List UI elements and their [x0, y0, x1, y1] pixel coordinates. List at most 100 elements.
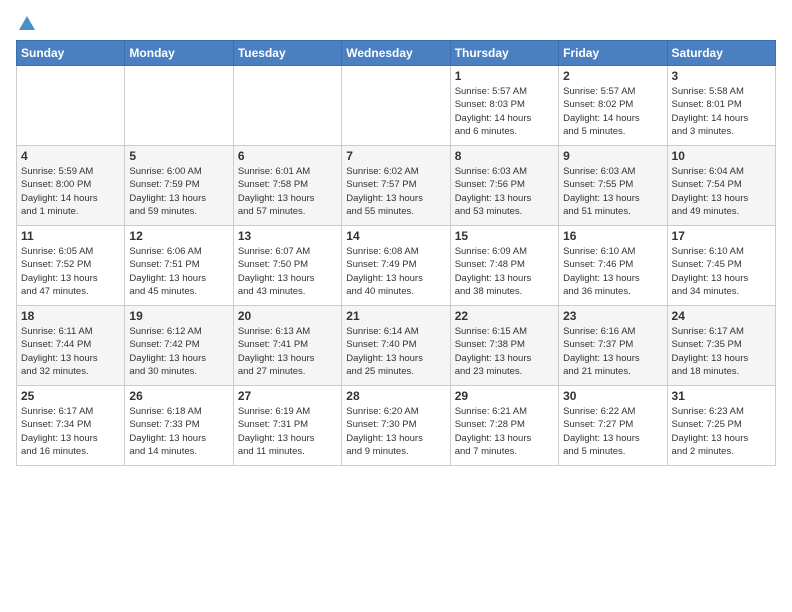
- day-number: 22: [455, 309, 554, 323]
- day-number: 24: [672, 309, 771, 323]
- day-number: 1: [455, 69, 554, 83]
- calendar-cell: 4 Sunrise: 5:59 AM Sunset: 8:00 PM Daylig…: [17, 146, 125, 226]
- day-info: Sunrise: 5:58 AM Sunset: 8:01 PM Dayligh…: [672, 85, 771, 138]
- day-number: 26: [129, 389, 228, 403]
- calendar-cell: 2 Sunrise: 5:57 AM Sunset: 8:02 PM Daylig…: [559, 66, 667, 146]
- day-info: Sunrise: 6:02 AM Sunset: 7:57 PM Dayligh…: [346, 165, 445, 218]
- weekday-header-thursday: Thursday: [450, 41, 558, 66]
- calendar-cell: 30 Sunrise: 6:22 AM Sunset: 7:27 PM Dayli…: [559, 386, 667, 466]
- calendar-cell: 11Sunrise: 6:05 AM Sunset: 7:52 PM Dayli…: [17, 226, 125, 306]
- calendar-cell: 12 Sunrise: 6:06 AM Sunset: 7:51 PM Dayli…: [125, 226, 233, 306]
- calendar-week-2: 4 Sunrise: 5:59 AM Sunset: 8:00 PM Daylig…: [17, 146, 776, 226]
- calendar-header-row: SundayMondayTuesdayWednesdayThursdayFrid…: [17, 41, 776, 66]
- day-number: 13: [238, 229, 337, 243]
- calendar-cell: [125, 66, 233, 146]
- calendar-cell: 26 Sunrise: 6:18 AM Sunset: 7:33 PM Dayli…: [125, 386, 233, 466]
- day-number: 3: [672, 69, 771, 83]
- calendar-week-4: 18 Sunrise: 6:11 AM Sunset: 7:44 PM Dayli…: [17, 306, 776, 386]
- calendar-cell: 27 Sunrise: 6:19 AM Sunset: 7:31 PM Dayli…: [233, 386, 341, 466]
- day-number: 8: [455, 149, 554, 163]
- day-info: Sunrise: 5:59 AM Sunset: 8:00 PM Dayligh…: [21, 165, 120, 218]
- calendar-cell: 22 Sunrise: 6:15 AM Sunset: 7:38 PM Dayli…: [450, 306, 558, 386]
- day-number: 19: [129, 309, 228, 323]
- day-info: Sunrise: 6:11 AM Sunset: 7:44 PM Dayligh…: [21, 325, 120, 378]
- day-info: Sunrise: 5:57 AM Sunset: 8:03 PM Dayligh…: [455, 85, 554, 138]
- day-number: 23: [563, 309, 662, 323]
- calendar-week-3: 11Sunrise: 6:05 AM Sunset: 7:52 PM Dayli…: [17, 226, 776, 306]
- calendar-cell: 20 Sunrise: 6:13 AM Sunset: 7:41 PM Dayli…: [233, 306, 341, 386]
- day-number: 27: [238, 389, 337, 403]
- calendar-cell: 5 Sunrise: 6:00 AM Sunset: 7:59 PM Daylig…: [125, 146, 233, 226]
- day-info: Sunrise: 6:17 AM Sunset: 7:34 PM Dayligh…: [21, 405, 120, 458]
- calendar-cell: 9 Sunrise: 6:03 AM Sunset: 7:55 PM Daylig…: [559, 146, 667, 226]
- day-number: 11: [21, 229, 120, 243]
- calendar-cell: 7Sunrise: 6:02 AM Sunset: 7:57 PM Daylig…: [342, 146, 450, 226]
- calendar-week-5: 25Sunrise: 6:17 AM Sunset: 7:34 PM Dayli…: [17, 386, 776, 466]
- day-info: Sunrise: 6:03 AM Sunset: 7:56 PM Dayligh…: [455, 165, 554, 218]
- day-info: Sunrise: 6:13 AM Sunset: 7:41 PM Dayligh…: [238, 325, 337, 378]
- day-number: 31: [672, 389, 771, 403]
- calendar-body: 1 Sunrise: 5:57 AM Sunset: 8:03 PM Daylig…: [17, 66, 776, 466]
- day-info: Sunrise: 6:20 AM Sunset: 7:30 PM Dayligh…: [346, 405, 445, 458]
- logo-triangle-icon: [18, 14, 36, 32]
- day-info: Sunrise: 6:17 AM Sunset: 7:35 PM Dayligh…: [672, 325, 771, 378]
- calendar-cell: 15Sunrise: 6:09 AM Sunset: 7:48 PM Dayli…: [450, 226, 558, 306]
- weekday-header-sunday: Sunday: [17, 41, 125, 66]
- day-number: 16: [563, 229, 662, 243]
- calendar-cell: 19 Sunrise: 6:12 AM Sunset: 7:42 PM Dayli…: [125, 306, 233, 386]
- day-number: 18: [21, 309, 120, 323]
- day-number: 28: [346, 389, 445, 403]
- weekday-header-monday: Monday: [125, 41, 233, 66]
- weekday-header-friday: Friday: [559, 41, 667, 66]
- day-number: 29: [455, 389, 554, 403]
- day-number: 4: [21, 149, 120, 163]
- day-number: 14: [346, 229, 445, 243]
- day-info: Sunrise: 6:10 AM Sunset: 7:45 PM Dayligh…: [672, 245, 771, 298]
- calendar-cell: 14 Sunrise: 6:08 AM Sunset: 7:49 PM Dayli…: [342, 226, 450, 306]
- day-info: Sunrise: 6:00 AM Sunset: 7:59 PM Dayligh…: [129, 165, 228, 218]
- day-info: Sunrise: 6:10 AM Sunset: 7:46 PM Dayligh…: [563, 245, 662, 298]
- day-info: Sunrise: 6:23 AM Sunset: 7:25 PM Dayligh…: [672, 405, 771, 458]
- calendar-cell: 18 Sunrise: 6:11 AM Sunset: 7:44 PM Dayli…: [17, 306, 125, 386]
- calendar-cell: 13 Sunrise: 6:07 AM Sunset: 7:50 PM Dayli…: [233, 226, 341, 306]
- day-info: Sunrise: 6:07 AM Sunset: 7:50 PM Dayligh…: [238, 245, 337, 298]
- day-number: 2: [563, 69, 662, 83]
- weekday-header-saturday: Saturday: [667, 41, 775, 66]
- day-info: Sunrise: 6:19 AM Sunset: 7:31 PM Dayligh…: [238, 405, 337, 458]
- day-info: Sunrise: 6:16 AM Sunset: 7:37 PM Dayligh…: [563, 325, 662, 378]
- day-number: 5: [129, 149, 228, 163]
- day-info: Sunrise: 6:18 AM Sunset: 7:33 PM Dayligh…: [129, 405, 228, 458]
- day-number: 30: [563, 389, 662, 403]
- day-info: Sunrise: 6:08 AM Sunset: 7:49 PM Dayligh…: [346, 245, 445, 298]
- calendar-cell: 16 Sunrise: 6:10 AM Sunset: 7:46 PM Dayli…: [559, 226, 667, 306]
- day-number: 10: [672, 149, 771, 163]
- weekday-header-tuesday: Tuesday: [233, 41, 341, 66]
- day-info: Sunrise: 6:03 AM Sunset: 7:55 PM Dayligh…: [563, 165, 662, 218]
- logo: [16, 16, 36, 28]
- calendar-table: SundayMondayTuesdayWednesdayThursdayFrid…: [16, 40, 776, 466]
- day-info: Sunrise: 6:22 AM Sunset: 7:27 PM Dayligh…: [563, 405, 662, 458]
- day-info: Sunrise: 6:14 AM Sunset: 7:40 PM Dayligh…: [346, 325, 445, 378]
- calendar-cell: 21 Sunrise: 6:14 AM Sunset: 7:40 PM Dayli…: [342, 306, 450, 386]
- day-number: 20: [238, 309, 337, 323]
- calendar-cell: 29Sunrise: 6:21 AM Sunset: 7:28 PM Dayli…: [450, 386, 558, 466]
- calendar-cell: 31 Sunrise: 6:23 AM Sunset: 7:25 PM Dayli…: [667, 386, 775, 466]
- day-number: 9: [563, 149, 662, 163]
- page-header: [16, 16, 776, 28]
- day-info: Sunrise: 5:57 AM Sunset: 8:02 PM Dayligh…: [563, 85, 662, 138]
- calendar-cell: 28 Sunrise: 6:20 AM Sunset: 7:30 PM Dayli…: [342, 386, 450, 466]
- calendar-cell: 23 Sunrise: 6:16 AM Sunset: 7:37 PM Dayli…: [559, 306, 667, 386]
- day-number: 12: [129, 229, 228, 243]
- calendar-cell: 8 Sunrise: 6:03 AM Sunset: 7:56 PM Daylig…: [450, 146, 558, 226]
- day-info: Sunrise: 6:06 AM Sunset: 7:51 PM Dayligh…: [129, 245, 228, 298]
- calendar-cell: [233, 66, 341, 146]
- day-number: 6: [238, 149, 337, 163]
- calendar-cell: 25Sunrise: 6:17 AM Sunset: 7:34 PM Dayli…: [17, 386, 125, 466]
- day-info: Sunrise: 6:15 AM Sunset: 7:38 PM Dayligh…: [455, 325, 554, 378]
- calendar-cell: 6Sunrise: 6:01 AM Sunset: 7:58 PM Daylig…: [233, 146, 341, 226]
- calendar-cell: 10Sunrise: 6:04 AM Sunset: 7:54 PM Dayli…: [667, 146, 775, 226]
- day-number: 21: [346, 309, 445, 323]
- calendar-cell: 17Sunrise: 6:10 AM Sunset: 7:45 PM Dayli…: [667, 226, 775, 306]
- day-info: Sunrise: 6:12 AM Sunset: 7:42 PM Dayligh…: [129, 325, 228, 378]
- day-info: Sunrise: 6:09 AM Sunset: 7:48 PM Dayligh…: [455, 245, 554, 298]
